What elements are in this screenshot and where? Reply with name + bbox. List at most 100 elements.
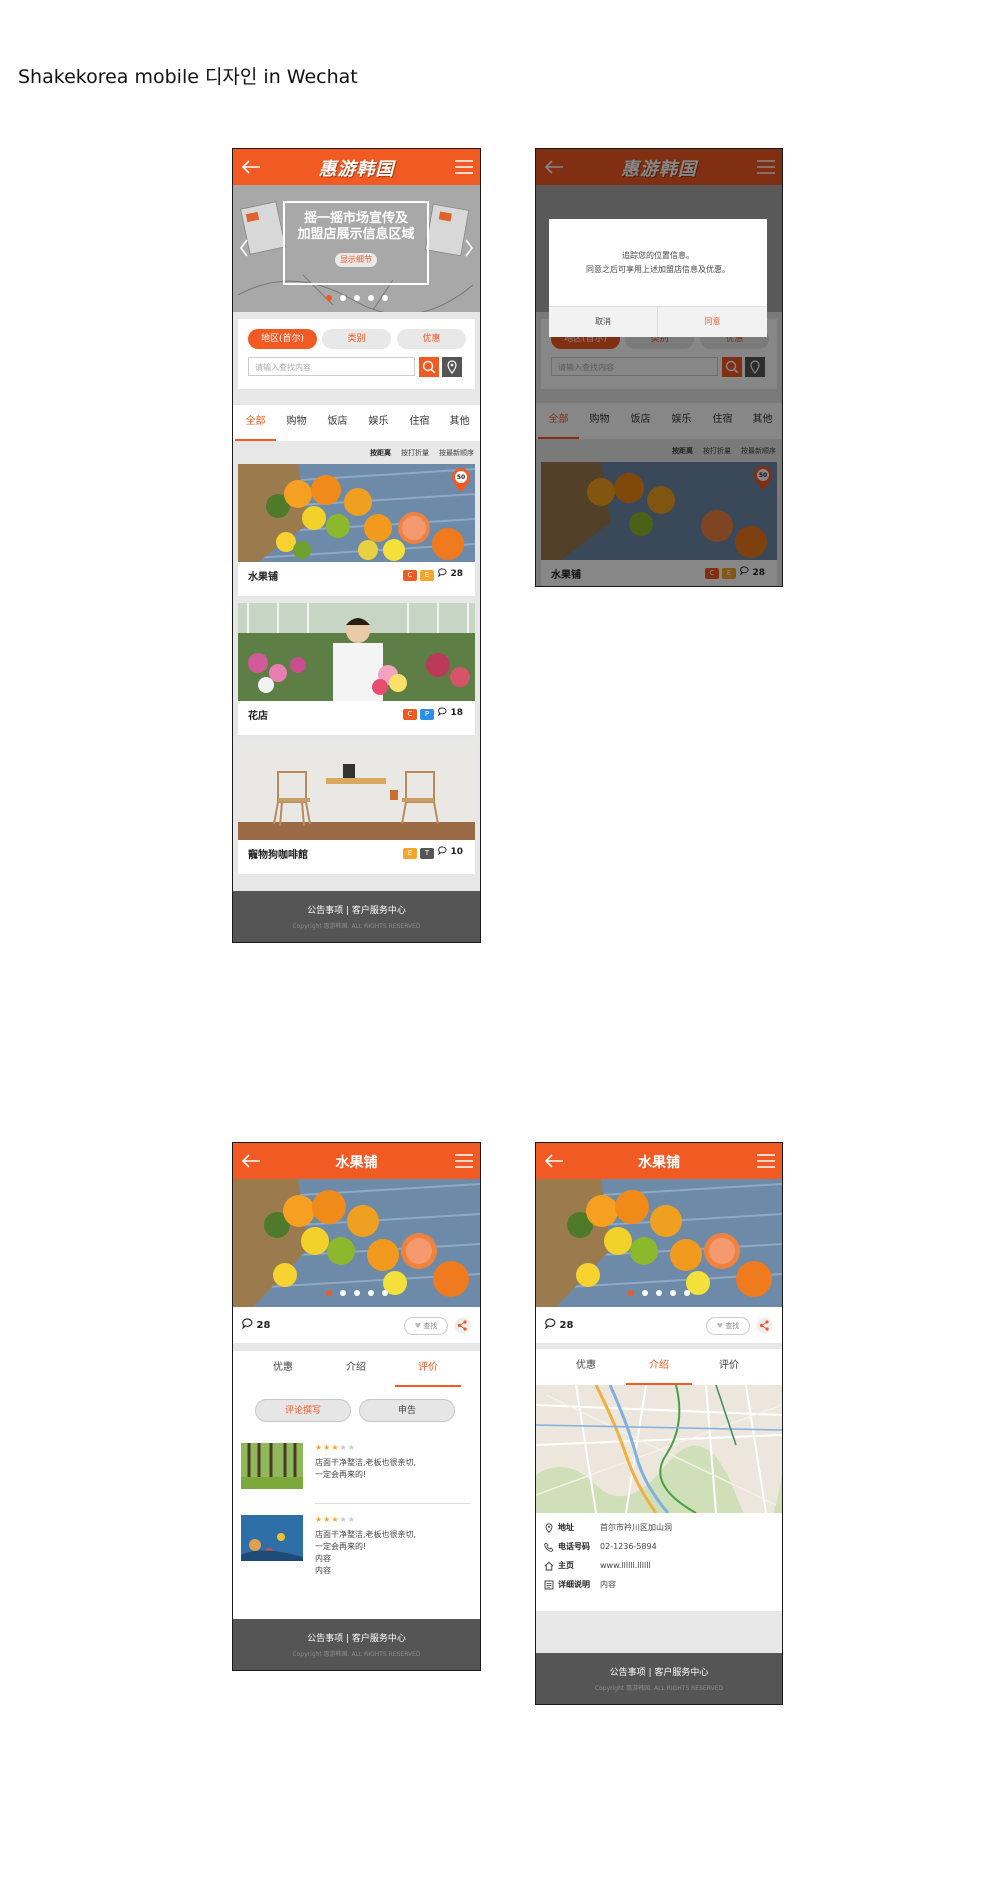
footer-links: 公告事项 | 客户服务中心 — [307, 906, 406, 916]
tab-discount[interactable]: 优惠 — [253, 1351, 313, 1387]
document-icon — [544, 1580, 554, 1590]
home-icon — [544, 1561, 554, 1571]
footer: 公告事项 | 客户服务中心 Copyright 惠游韩国. ALL RIGHTS… — [233, 1619, 480, 1670]
carousel-dot[interactable] — [367, 1290, 374, 1296]
comment-icon — [242, 1318, 253, 1330]
copyright: Copyright 惠游韩国. ALL RIGHTS RESERVED — [292, 1651, 421, 1658]
support-link[interactable]: 客户服务中心 — [352, 1634, 406, 1644]
notice-link[interactable]: 公告事项 — [307, 906, 343, 916]
location-map[interactable] — [536, 1385, 782, 1513]
filter-category[interactable]: 类别 — [322, 329, 391, 349]
review-photo-forest — [241, 1443, 303, 1489]
cafe-photo — [238, 742, 475, 840]
menu-icon[interactable] — [757, 1154, 775, 1168]
shop-photo-carousel[interactable] — [536, 1179, 782, 1307]
filter-region[interactable]: 地区(首尔) — [248, 329, 317, 349]
carousel-dot[interactable] — [628, 1290, 634, 1296]
shop-name: 花店 — [248, 711, 268, 722]
promo-banner[interactable]: 摇一摇市场宣传及 加盟店展示信息区域 显示细节 — [233, 185, 480, 312]
tab-restaurant[interactable]: 饭店 — [317, 405, 358, 441]
like-button[interactable]: ♥ 查找 — [404, 1317, 448, 1335]
write-review-button[interactable]: 评论撰写 — [255, 1399, 351, 1422]
review-text: 店面干净整洁,老板也很亲切, 一定会再来的! 内容 内容 — [315, 1530, 417, 1575]
carousel-dot[interactable] — [339, 295, 346, 301]
carousel-dot[interactable] — [353, 1290, 360, 1296]
coupon-badge: C — [403, 709, 417, 720]
comment-count: 10 — [438, 846, 463, 857]
search-button[interactable] — [419, 357, 439, 377]
tab-lodging[interactable]: 住宿 — [399, 405, 440, 441]
notice-link[interactable]: 公告事项 — [307, 1634, 343, 1644]
review-text: 店面干净整洁,老板也很亲切, 一定会再来的! — [315, 1458, 417, 1479]
report-button[interactable]: 申告 — [359, 1399, 455, 1422]
menu-icon[interactable] — [455, 160, 473, 174]
tab-other[interactable]: 其他 — [439, 405, 480, 441]
phone-home: 惠游韩国 摇一摇市场宣传及 加盟店展示信息区域 显示细节 地区(首尔) 类别 优惠… — [232, 148, 481, 943]
carousel-dot[interactable] — [325, 295, 332, 301]
sort-distance[interactable]: 按距离 — [370, 449, 391, 457]
carousel-dot[interactable] — [381, 295, 388, 301]
carousel-dot[interactable] — [367, 295, 374, 301]
distance-badge: 50 — [456, 474, 466, 481]
tab-intro[interactable]: 介绍 — [626, 1349, 692, 1385]
fruit-photo — [238, 464, 475, 562]
filter-discount[interactable]: 优惠 — [397, 329, 466, 349]
shop-card-petcafe[interactable]: 寵物狗咖啡館 E T 10 — [238, 742, 475, 874]
search-input[interactable]: 请输入查找内容 — [248, 357, 415, 376]
carousel-dot[interactable] — [353, 295, 360, 301]
tab-all[interactable]: 全部 — [235, 405, 276, 441]
footer-links: 公告事项 | 客户服务中心 — [609, 1668, 709, 1678]
tab-entertainment[interactable]: 娱乐 — [358, 405, 399, 441]
rating-stars: ★★★★★ — [315, 1443, 356, 1452]
support-link[interactable]: 客户服务中心 — [654, 1668, 708, 1678]
phone-icon — [544, 1542, 554, 1552]
like-button[interactable]: ♥ 查找 — [706, 1317, 750, 1335]
shop-photo-carousel[interactable] — [233, 1179, 480, 1307]
tab-reviews[interactable]: 评价 — [395, 1351, 461, 1387]
tab-intro[interactable]: 介绍 — [326, 1351, 386, 1387]
comment-icon — [545, 1318, 556, 1330]
category-tabs: 全部 购物 饭店 娱乐 住宿 其他 — [233, 405, 480, 441]
tab-shopping[interactable]: 购物 — [276, 405, 317, 441]
info-panel: 地址 首尔市衿川区加山洞 电话号码 02-1236-5894 主页 www.lllll… — [536, 1513, 782, 1611]
cancel-button[interactable]: 取消 — [549, 307, 658, 337]
carousel-dots — [233, 1290, 480, 1296]
carousel-dot[interactable] — [642, 1290, 648, 1296]
page-header-title: 水果铺 — [638, 1155, 680, 1171]
carousel-dot[interactable] — [381, 1290, 388, 1296]
carousel-dot[interactable] — [325, 1290, 332, 1296]
agree-button[interactable]: 同意 — [658, 307, 767, 337]
tab-reviews[interactable]: 评价 — [699, 1349, 759, 1385]
comment-count: 28 — [242, 1318, 270, 1331]
banner-detail-button[interactable]: 显示细节 — [335, 253, 377, 267]
detail-tabs: 优惠 介绍 评价 — [233, 1351, 480, 1387]
header: 惠游韩国 — [233, 149, 480, 185]
menu-icon[interactable] — [455, 1154, 473, 1168]
notice-link[interactable]: 公告事项 — [610, 1668, 646, 1678]
carousel-dot[interactable] — [339, 1290, 346, 1296]
carousel-dot[interactable] — [670, 1290, 676, 1296]
carousel-dots — [233, 295, 480, 301]
shop-name: 寵物狗咖啡館 — [248, 850, 308, 861]
banner-prev-icon[interactable] — [239, 239, 249, 257]
filter-panel: 地区(首尔) 类别 优惠 请输入查找内容 — [238, 319, 475, 389]
page-title: Shakekorea mobile 디자인 in Wechat — [18, 66, 358, 88]
dialog-buttons: 取消 同意 — [549, 306, 767, 337]
support-link[interactable]: 客户服务中心 — [352, 906, 406, 916]
tab-discount[interactable]: 优惠 — [556, 1349, 616, 1385]
comment-icon — [438, 568, 447, 578]
carousel-dot[interactable] — [684, 1290, 690, 1296]
shop-card-fruit[interactable]: 50 水果铺 C E 28 — [238, 464, 475, 596]
footer: 公告事项 | 客户服务中心 Copyright 惠游韩国. ALL RIGHTS… — [536, 1653, 782, 1704]
shop-name: 水果铺 — [248, 572, 278, 583]
sort-newest[interactable]: 按最新顺序 — [439, 449, 474, 457]
share-icon[interactable] — [454, 1317, 471, 1334]
sort-discount[interactable]: 按打折量 — [401, 449, 429, 457]
shop-card-flower[interactable]: 花店 C P 18 — [238, 603, 475, 735]
search-icon — [422, 360, 436, 374]
banner-next-icon[interactable] — [464, 239, 474, 257]
carousel-dot[interactable] — [656, 1290, 662, 1296]
share-icon[interactable] — [756, 1317, 773, 1334]
location-button[interactable] — [442, 357, 462, 377]
copyright: Copyright 惠游韩国. ALL RIGHTS RESERVED — [292, 923, 421, 930]
